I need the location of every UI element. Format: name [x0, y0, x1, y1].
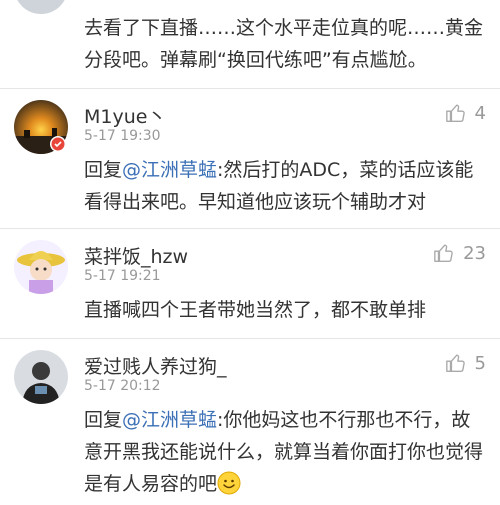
comment-time: 5-17 19:21 — [84, 268, 161, 284]
mention-link[interactable]: @江洲草蜢 — [122, 159, 217, 181]
comment-text: 去看了下直播……这个水平走位真的呢……黄金分段吧。弹幕刷“换回代练吧”有点尴尬。 — [84, 17, 484, 71]
thumbs-up-icon — [445, 354, 465, 372]
comment-time: 5-17 19:30 — [84, 128, 161, 144]
thumbs-up-icon — [434, 244, 453, 262]
reply-prefix: 回复 — [84, 159, 123, 181]
smile-emoji-icon — [217, 471, 241, 495]
like-count: 5 — [474, 352, 486, 374]
like-button[interactable]: 23 — [433, 242, 486, 264]
mention-link[interactable]: @江洲草蜢 — [122, 409, 217, 431]
comment-text: 直播喊四个王者带她当然了，都不敢单排 — [84, 299, 427, 321]
like-button[interactable]: 5 — [445, 352, 486, 374]
like-count: 23 — [463, 242, 486, 264]
like-count: 4 — [474, 102, 486, 124]
username[interactable]: 爱过贱人养过狗_ — [84, 352, 227, 379]
person-avatar-image — [14, 350, 68, 404]
username[interactable]: M1yue丶 — [84, 102, 166, 129]
avatar[interactable] — [14, 240, 68, 294]
reply-prefix: 回复 — [84, 409, 123, 431]
comment-time: 5-17 20:12 — [84, 378, 161, 394]
username[interactable]: 菜拌饭_hzw — [84, 242, 188, 269]
comment-item-3: 爱过贱人养过狗_ 5-17 20:12 5 回复@江洲草蜢:你他妈这也不行那也不… — [0, 338, 500, 505]
level-badge-icon — [50, 136, 66, 152]
comment-item-2: 菜拌饭_hzw 5-17 19:21 23 直播喊四个王者带她当然了，都不敢单排 — [0, 228, 500, 338]
like-button[interactable]: 4 — [445, 102, 486, 124]
avatar[interactable] — [14, 0, 68, 14]
comment-item-1: M1yue丶 5-17 19:30 4 回复@江洲草蜢:然后打的ADC，菜的话应… — [0, 88, 500, 228]
cartoon-avatar-image — [14, 240, 68, 294]
avatar[interactable] — [14, 350, 68, 404]
thumbs-up-icon — [445, 104, 465, 122]
comment-text: 回复@江洲草蜢:然后打的ADC，菜的话应该能看得出来吧。早知道他应该玩个辅助才对 — [84, 154, 484, 218]
comment-text: 回复@江洲草蜢:你他妈这也不行那也不行，故意开黑我还能说什么，就算当着你面打你也… — [84, 404, 484, 500]
